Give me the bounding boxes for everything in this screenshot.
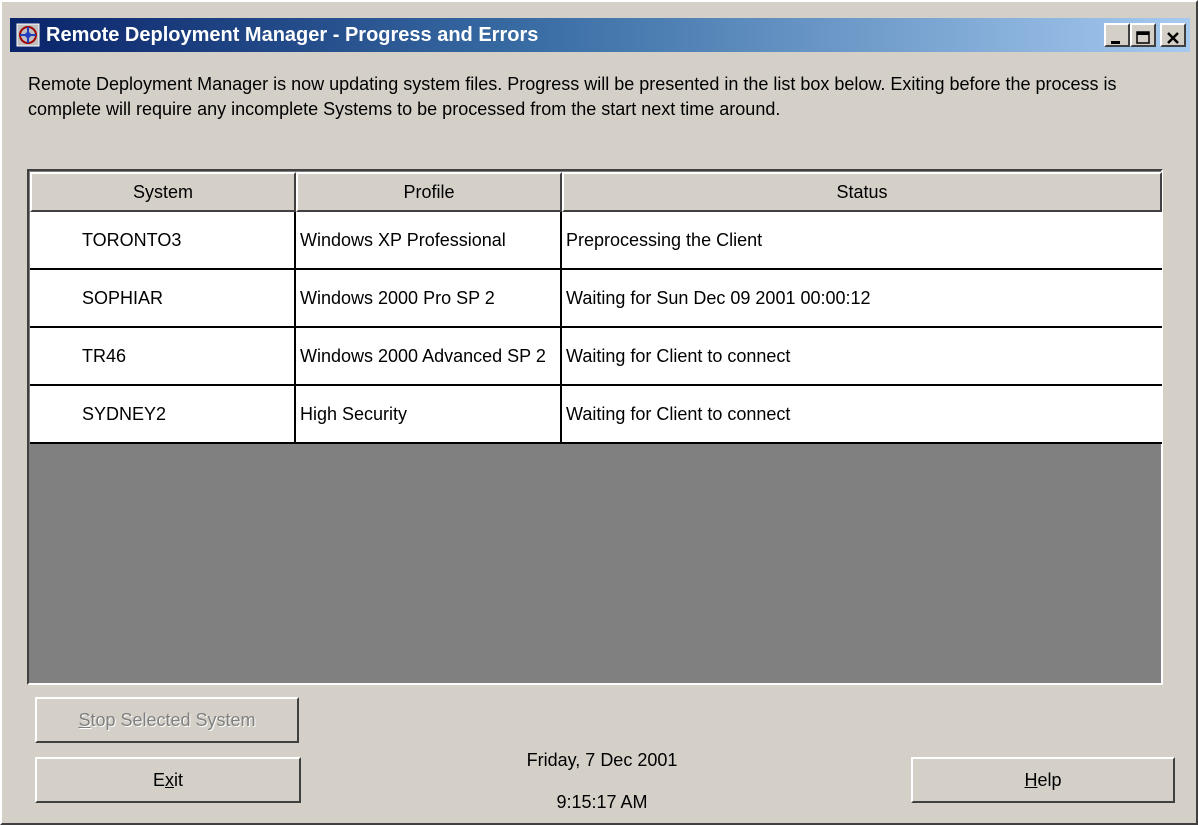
close-button[interactable] <box>1160 23 1186 47</box>
system-cell: SYDNEY2 <box>30 386 296 444</box>
system-cell: TR46 <box>30 328 296 386</box>
system-cell: SOPHIAR <box>30 270 296 328</box>
stop-selected-system-button[interactable]: Stop Selected System <box>35 697 299 743</box>
button-label: elp <box>1037 770 1062 790</box>
title-bar[interactable]: Remote Deployment Manager - Progress and… <box>10 18 1190 52</box>
maximize-icon <box>1136 31 1150 44</box>
button-label: E <box>152 770 165 790</box>
accelerator-key: S <box>78 710 91 730</box>
minimize-icon <box>1111 41 1120 44</box>
minimize-button[interactable] <box>1104 23 1130 47</box>
list-row[interactable]: SYDNEY2 High Security Waiting for Client… <box>30 386 1162 444</box>
current-date: Friday, 7 Dec 2001 <box>526 750 678 770</box>
column-header-system[interactable]: System <box>30 172 296 212</box>
accelerator-key: x <box>165 770 174 790</box>
instructions-text: Remote Deployment Manager is now updatin… <box>28 74 1117 119</box>
button-label: it <box>174 770 183 790</box>
profile-cell: Windows 2000 Pro SP 2 <box>296 270 562 328</box>
maximize-button[interactable] <box>1130 23 1156 47</box>
rdm-progress-window: Remote Deployment Manager - Progress and… <box>0 0 1198 825</box>
close-icon <box>1167 32 1179 44</box>
status-cell: Preprocessing the Client <box>562 212 1162 270</box>
list-row[interactable]: TORONTO3 Windows XP Professional Preproc… <box>30 212 1162 270</box>
exit-button[interactable]: Exit <box>35 757 301 803</box>
progress-list[interactable]: System Profile Status TORONTO3 Windows X… <box>27 169 1163 685</box>
column-header-status[interactable]: Status <box>562 172 1162 212</box>
list-row[interactable]: SOPHIAR Windows 2000 Pro SP 2 Waiting fo… <box>30 270 1162 328</box>
system-cell: TORONTO3 <box>30 212 296 270</box>
column-header-profile[interactable]: Profile <box>296 172 562 212</box>
profile-cell: High Security <box>296 386 562 444</box>
status-cell: Waiting for Client to connect <box>562 328 1162 386</box>
profile-cell: Windows 2000 Advanced SP 2 <box>296 328 562 386</box>
app-icon[interactable] <box>16 23 40 47</box>
help-button[interactable]: Help <box>911 757 1175 803</box>
accelerator-key: H <box>1024 770 1038 790</box>
status-cell: Waiting for Client to connect <box>562 386 1162 444</box>
profile-cell: Windows XP Professional <box>296 212 562 270</box>
current-time: 9:15:17 AM <box>556 792 648 812</box>
window-title: Remote Deployment Manager - Progress and… <box>46 24 539 46</box>
button-label: top Selected System <box>90 710 256 730</box>
list-row[interactable]: TR46 Windows 2000 Advanced SP 2 Waiting … <box>30 328 1162 386</box>
status-cell: Waiting for Sun Dec 09 2001 00:00:12 <box>562 270 1162 328</box>
